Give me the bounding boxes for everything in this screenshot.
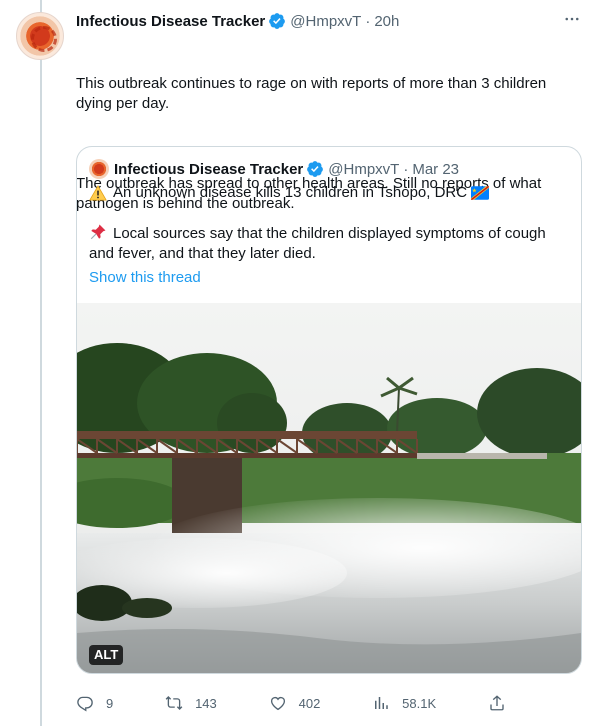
separator-dot: · [403, 160, 409, 178]
verified-badge-icon [306, 160, 324, 178]
quoted-tweet-date: Mar 23 [412, 160, 460, 178]
tweet-paragraph-1: This outbreak continues to rage on with … [76, 75, 551, 112]
reply-icon [77, 696, 93, 712]
like-icon [270, 696, 285, 711]
warning-emoji-icon [89, 184, 107, 202]
show-thread-link[interactable]: Show this thread [89, 268, 569, 288]
drc-flag-emoji-icon [471, 184, 490, 202]
author-name[interactable]: Infectious Disease Tracker [76, 13, 265, 30]
like-button[interactable]: 402 [269, 694, 321, 712]
views-button[interactable]: 58.1K [372, 694, 436, 712]
quoted-author-name: Infectious Disease Tracker [114, 160, 304, 178]
reply-button[interactable]: 9 [76, 694, 113, 712]
quoted-line-1-text: An unknown disease kills 13 children in … [113, 184, 468, 201]
separator-dot: · [365, 12, 371, 30]
retweet-count: 143 [195, 695, 217, 711]
quoted-tweet-body: An unknown disease kills 13 children in … [89, 183, 569, 288]
quoted-line-2-text: Local sources say that the children disp… [89, 225, 546, 262]
like-count: 402 [298, 695, 321, 711]
author-avatar[interactable] [16, 12, 64, 60]
waterfall-photo [77, 303, 581, 673]
quoted-author-handle: @HmpxvT [328, 160, 400, 178]
more-icon[interactable] [562, 10, 582, 30]
retweet-icon [165, 696, 183, 710]
views-icon [375, 697, 388, 709]
quoted-author-avatar [89, 159, 109, 179]
pushpin-emoji-icon [89, 223, 107, 241]
quoted-tweet-image[interactable]: ALT [77, 303, 581, 673]
reply-count: 9 [106, 695, 114, 711]
quoted-line-1: An unknown disease kills 13 children in … [89, 183, 569, 203]
share-icon [490, 695, 504, 711]
alt-text-badge[interactable]: ALT [89, 645, 124, 665]
retweet-button[interactable]: 143 [165, 694, 217, 712]
quoted-tweet-header: Infectious Disease Tracker @HmpxvT · Mar… [89, 159, 459, 179]
tweet-timestamp[interactable]: 20h [374, 13, 399, 30]
tweet-header: Infectious Disease Tracker @HmpxvT · 20h [76, 10, 582, 32]
verified-badge-icon [268, 12, 286, 30]
tweet-content: Infectious Disease Tracker @HmpxvT · 20h… [76, 10, 582, 674]
tweet-actions: 9 143 402 58.1K [76, 694, 506, 712]
views-count: 58.1K [402, 695, 437, 711]
thread-connector-line [40, 0, 42, 726]
share-button[interactable] [488, 694, 506, 712]
author-handle[interactable]: @HmpxvT [290, 13, 361, 30]
quoted-tweet[interactable]: Infectious Disease Tracker @HmpxvT · Mar… [76, 146, 582, 674]
quoted-line-2: Local sources say that the children disp… [89, 223, 569, 264]
